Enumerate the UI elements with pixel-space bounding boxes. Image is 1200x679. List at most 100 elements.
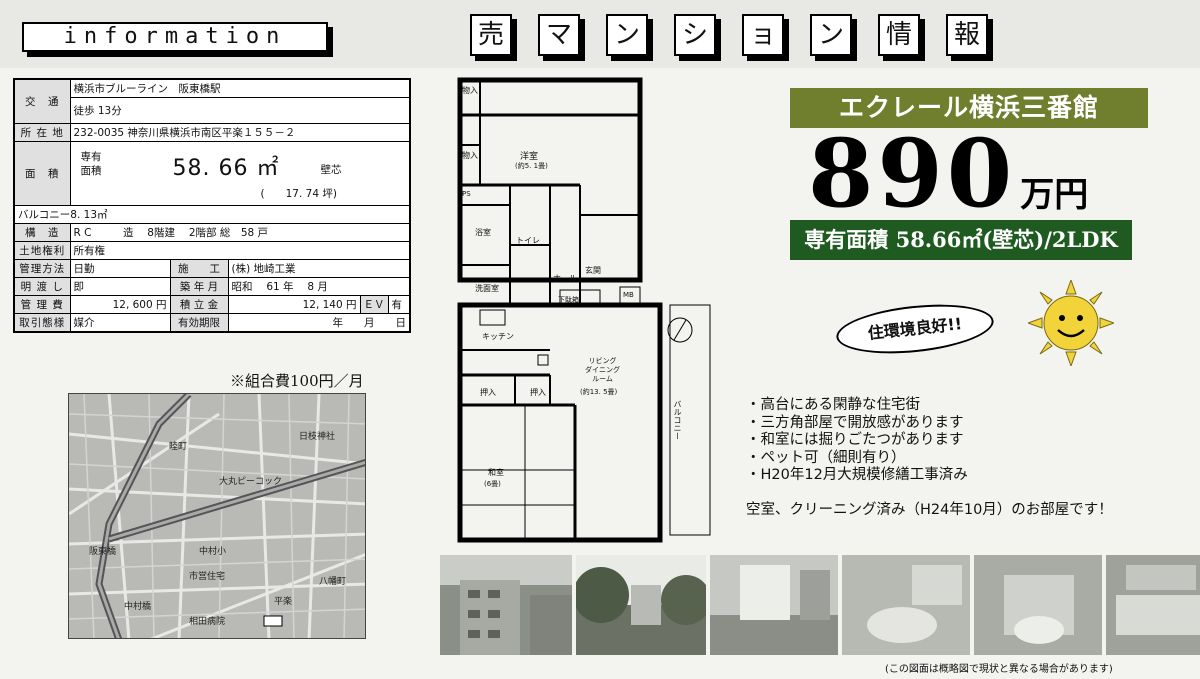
area-sub-label1: 専有 [80, 151, 102, 163]
kitchen-photo [1106, 555, 1200, 655]
address-value: 232-0035 神奈川県横浜市南区平楽１５５－２ [69, 123, 411, 142]
fp-mb: MB [623, 291, 634, 299]
area-wall: 壁芯 [320, 164, 342, 176]
area-map: 阪東橋 大丸ピーコック 中村小 中村橋 平楽 日枝神社 睦町 市営住宅 八幡町 … [68, 393, 366, 639]
fp-closet: 押入 [480, 388, 496, 397]
fp-storage: 物入 [462, 151, 478, 160]
header-bar: information 売 マ ン シ ョ ン 情 報 [0, 0, 1200, 68]
washroom-photo [842, 555, 970, 655]
title-char: 報 [946, 14, 988, 56]
fp-hall: ホール [553, 274, 577, 283]
land-value: 所有権 [69, 241, 411, 260]
entrance-photo [576, 555, 706, 655]
title-char: ョ [742, 14, 784, 56]
title-chars: 売 マ ン シ ョ ン 情 報 [470, 14, 988, 56]
structure-label: 構 造 [13, 223, 71, 242]
fp-closet: 押入 [530, 388, 546, 397]
map-label: 八幡町 [319, 577, 347, 587]
elevator-value: 有 [387, 295, 411, 314]
price-number: 890 [808, 119, 1017, 229]
fp-balcony: バルコニー [673, 400, 682, 440]
feature-item: 三方角部屋で開放感があります [746, 415, 968, 433]
price: 890 万円 [808, 124, 1088, 224]
access-label: 交 通 [13, 78, 71, 124]
balcony-area: バルコニー8. 13㎡ [13, 205, 411, 224]
builder-label: 施 工 [169, 259, 229, 278]
mgmt-fee-label: 管 理 費 [13, 295, 71, 314]
floor-plan-drawing [457, 77, 711, 543]
fp-storage: 物入 [462, 86, 478, 95]
title-char: シ [674, 14, 716, 56]
area-tsubo: ( 17. 74 坪) [260, 188, 337, 200]
access-line2: 徒歩 13分 [69, 97, 411, 124]
floor-plan: 洋室 (約5. 1畳) 物入 物入 トイレ 浴室 洗面室 ホール 玄関 下駄箱 … [440, 75, 715, 550]
built-value: 昭和 61 年 8 月 [227, 277, 411, 296]
map-label: 大丸ピーコック [219, 477, 283, 487]
deal-value: 媒介 [69, 313, 171, 333]
toilet-photo [974, 555, 1102, 655]
fp-kitchen: キッチン [482, 332, 514, 341]
fp-shoe-box: 下駄箱 [558, 296, 579, 304]
union-fee-note: ※組合費100円／月 [230, 372, 364, 390]
area-label: 面 積 [13, 141, 71, 206]
feature-item: ペット可（細則有り） [746, 450, 968, 468]
property-info-table: 交 通 横浜市ブルーライン 阪東橋駅 徒歩 13分 所 在 地 232-0035… [13, 78, 411, 333]
environment-badge: 住環境良好!! [834, 297, 996, 361]
map-label: 市営住宅 [189, 572, 226, 582]
fp-bath: 浴室 [475, 228, 491, 237]
access-line1: 横浜市ブルーライン 阪東橋駅 [69, 78, 411, 98]
map-label: 日枝神社 [299, 432, 336, 442]
living-room-photo [710, 555, 838, 655]
fp-washroom: 洗面室 [475, 284, 499, 293]
valid-label: 有効期限 [169, 313, 229, 333]
disclaimer: (この図面は概略図で現状と異なる場合があります) [885, 664, 1113, 675]
fp-western-room-size: (約5. 1畳) [515, 162, 548, 170]
fp-living-size: (約13. 5畳) [580, 388, 618, 396]
photo-strip [440, 555, 1200, 655]
elevator-label: ＥＶ [359, 295, 389, 314]
feature-item: H20年12月大規模修繕工事済み [746, 467, 968, 485]
area-value: 58. 66 ㎡ [172, 156, 280, 181]
map-label: 中村小 [199, 547, 227, 557]
fp-living: リビング ダイニング ルーム [585, 357, 620, 383]
feature-list: 高台にある閑静な住宅街 三方角部屋で開放感があります 和室には掘りごたつがありま… [746, 397, 968, 485]
map-label: 中村橋 [124, 602, 152, 612]
fp-toilet: トイレ [516, 236, 540, 245]
vacancy-note: 空室、クリーニング済み（H24年10月）のお部屋です！ [746, 502, 1113, 518]
price-unit: 万円 [1020, 175, 1089, 215]
fp-japanese-room: 和室 [488, 468, 504, 477]
smiling-sun-icon [1028, 280, 1114, 366]
title-char: 情 [878, 14, 920, 56]
reserve-value: 12, 140 円 [227, 295, 361, 314]
title-char: マ [538, 14, 580, 56]
land-label: 土地権利 [13, 241, 71, 260]
fp-ps: PS [462, 190, 471, 198]
information-label: information [22, 22, 328, 52]
map-label: 相田病院 [189, 617, 226, 627]
handover-label: 明 渡 し [13, 277, 71, 296]
address-label: 所 在 地 [13, 123, 71, 142]
area-banner: 専有面積 58.66㎡(壁芯)/2LDK [790, 220, 1132, 260]
map-label: 阪東橋 [89, 547, 117, 557]
handover-value: 即 [69, 277, 171, 296]
map-label: 睦町 [169, 442, 188, 452]
fp-entrance: 玄関 [585, 266, 601, 275]
title-char: ン [810, 14, 852, 56]
feature-item: 高台にある閑静な住宅街 [746, 397, 968, 415]
fp-japanese-room-size: (6畳) [484, 480, 501, 488]
mgmt-method-label: 管理方法 [13, 259, 71, 278]
map-label: 平楽 [274, 597, 293, 607]
area-cell: 専有 面積 58. 66 ㎡ 壁芯 ( 17. 74 坪) [69, 141, 411, 206]
built-label: 築 年 月 [169, 277, 229, 296]
area-sub-label2: 面積 [80, 165, 102, 177]
mgmt-fee-value: 12, 600 円 [69, 295, 171, 314]
reserve-label: 積 立 金 [169, 295, 229, 314]
deal-label: 取引態様 [13, 313, 71, 333]
building-exterior-photo [440, 555, 572, 655]
valid-value: 年 月 日 [227, 313, 411, 333]
feature-item: 和室には掘りごたつがあります [746, 432, 968, 450]
structure-value: R C 造 8階建 2階部 総 58 戸 [69, 223, 411, 242]
title-char: 売 [470, 14, 512, 56]
title-char: ン [606, 14, 648, 56]
mgmt-method-value: 日勤 [69, 259, 171, 278]
